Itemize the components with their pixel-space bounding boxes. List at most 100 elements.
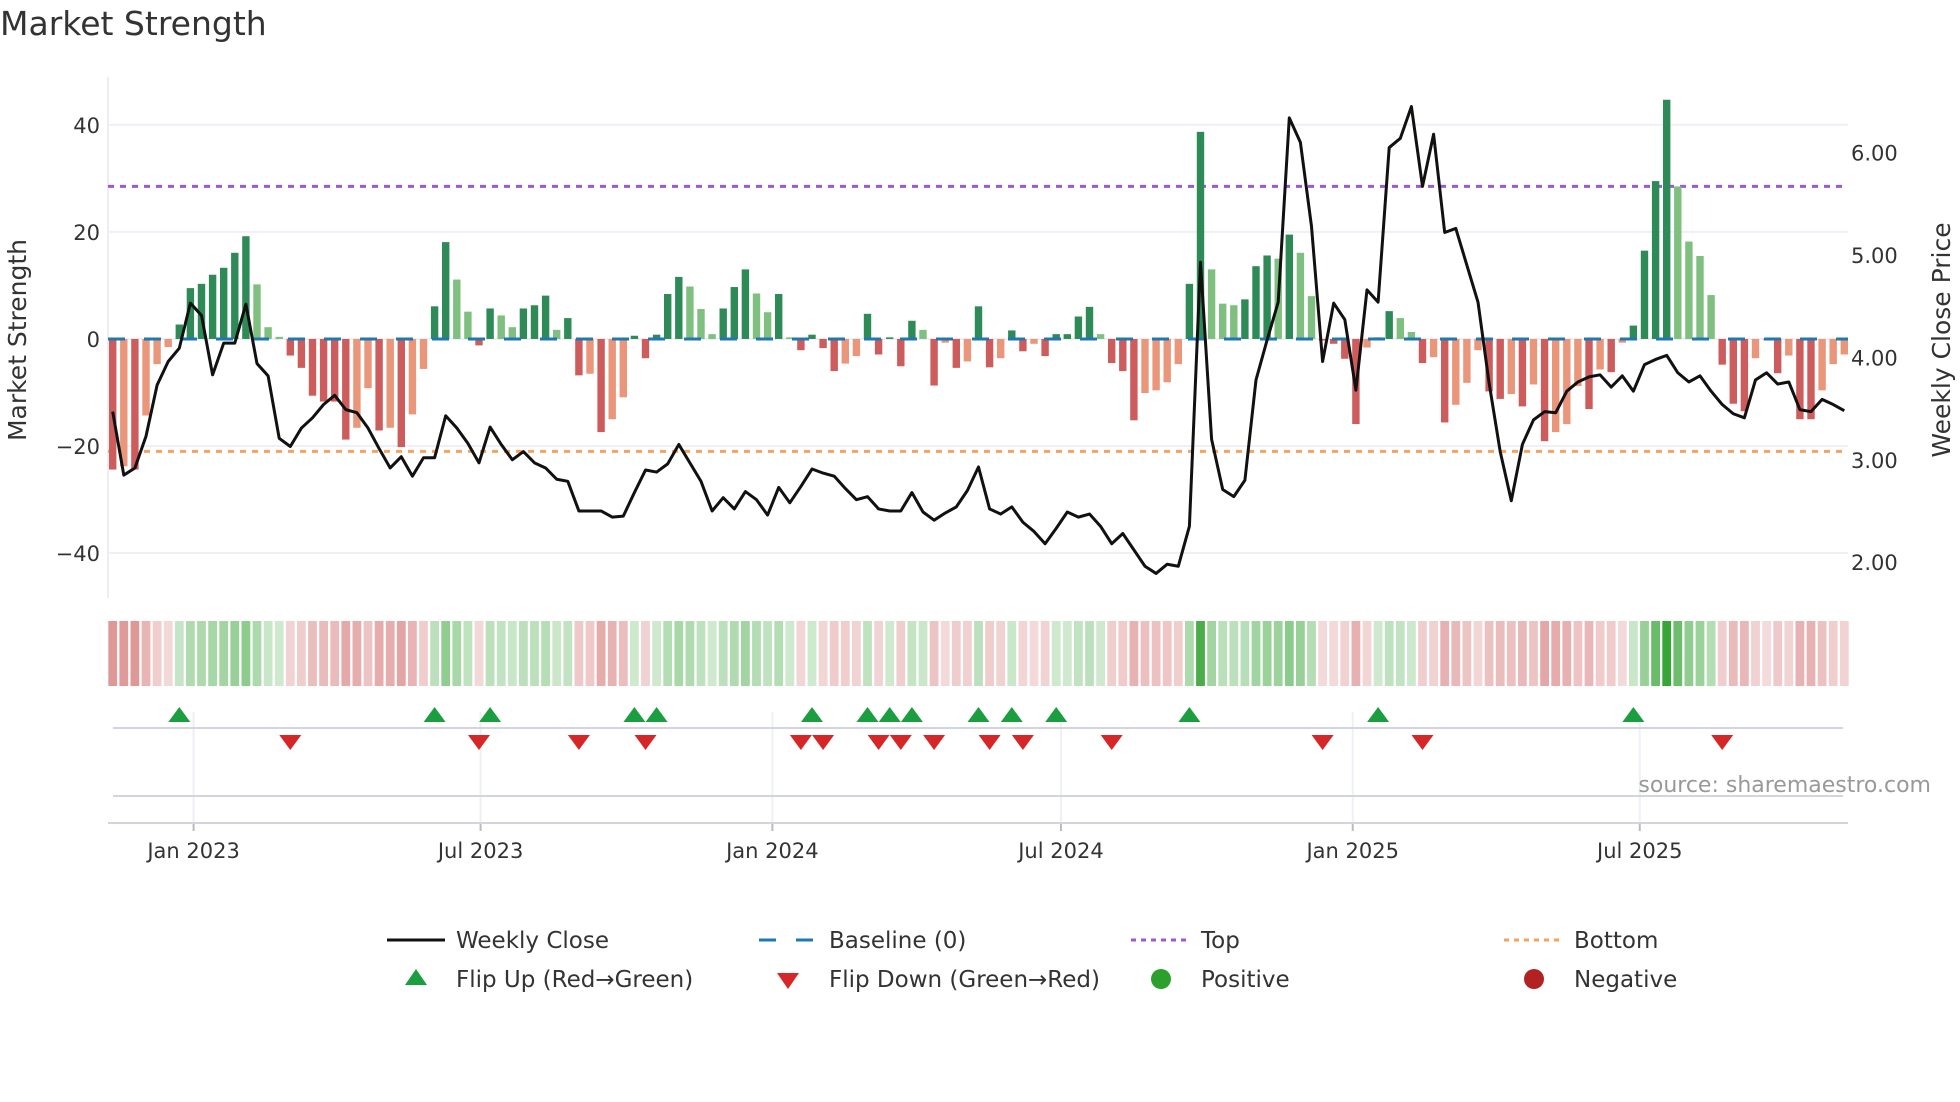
strength-bar [286,338,294,356]
x-tick-label: Jan 2025 [1304,839,1399,863]
strength-bar [874,338,883,355]
strength-heat-cell [630,621,639,686]
strength-heat-cell [840,621,850,686]
strength-heat-cell [463,621,473,686]
legend-flip-up-icon [405,969,427,985]
strength-heat-cell [1740,621,1749,686]
strength-bar [264,327,272,339]
strength-bar [1674,186,1682,339]
flip-down-marker [978,735,1001,750]
strength-heat-cell [663,621,673,686]
strength-heat-cell [741,621,750,686]
strength-heat-cell [685,621,695,686]
strength-heat-cell [1062,621,1072,686]
strength-bar [630,335,639,339]
strength-heat-cell [1273,621,1283,686]
strength-heat-cell [530,621,539,686]
strength-bar [763,312,772,339]
strength-heat-cell [774,621,784,686]
strength-bar [1463,338,1471,383]
strength-bar [708,334,716,339]
source-label: source: sharemaestro.com [1638,773,1931,798]
strength-heat-cell [1318,621,1327,686]
strength-bar [1507,338,1515,395]
market-strength-chart: 40 20 0 −20 −40 6.00 5.00 4.00 3.00 2.00 Market St… [3,77,1956,993]
flip-down-marker [923,735,946,750]
strength-heat-cell [1429,621,1438,686]
strength-heat-cell [1395,621,1405,686]
strength-heat-cell [1773,621,1783,686]
flip-up-marker [878,707,901,722]
strength-bar [1629,325,1638,339]
strength-heat-cell [1362,621,1372,686]
y-right-tick-label: 2.00 [1851,551,1898,575]
strength-bar [1840,338,1848,355]
legend-flip-up-label: Flip Up (Red→Green) [456,967,693,993]
strength-heat-cell [352,621,362,686]
flip-down-marker [812,735,835,750]
strength-bar [908,320,916,339]
strength-heat-cell [507,621,517,686]
strength-heat-cell [1240,621,1250,686]
strength-bar [1307,296,1316,339]
strength-bar [364,338,372,389]
strength-heat-cell [1495,621,1505,686]
strength-heat-cell [474,621,484,686]
strength-bar [1718,338,1726,365]
strength-bar [253,284,261,339]
strength-heat-cell [374,621,384,686]
strength-bar [497,315,505,339]
strength-heat-cell [241,621,251,686]
strength-heat-cell [974,621,983,686]
strength-bar [164,338,172,347]
y-left-tick-label: −40 [56,542,100,566]
strength-bar [1096,334,1105,339]
strength-heat-cell [197,621,206,686]
strength-bar [664,294,672,339]
strength-bar [619,338,627,398]
x-tick-label: Jan 2024 [724,839,819,863]
y-left-tick-label: 0 [87,328,100,352]
strength-heat-cell [1307,621,1316,686]
flip-up-marker [1367,707,1390,722]
strength-heat-cell [419,621,428,686]
strength-bar [1829,338,1837,365]
legend-flip-down-icon [777,973,799,989]
strength-bar [641,338,650,359]
strength-heat-cell [1617,621,1627,686]
strength-bar [930,338,938,386]
strength-heat-cell [896,621,906,686]
strength-heat-cell [1784,621,1794,686]
strength-heat-cell [1551,621,1561,686]
strength-bar [519,308,528,339]
strength-heat-cell [1029,621,1039,686]
strength-bar [1152,338,1160,391]
strength-heat-cell [852,621,861,686]
strength-bar [1518,338,1527,407]
strength-heat-cell [330,621,340,686]
strength-bar [1452,338,1460,405]
strength-heat-cell [818,621,828,686]
strength-bar [1640,250,1649,339]
strength-heat-cell [1196,621,1205,686]
flip-up-marker [1045,707,1068,722]
strength-heat-cell [1451,621,1461,686]
strength-heat-cell [1584,621,1594,686]
strength-heat-cell [785,621,795,686]
strength-bar [1185,283,1194,339]
strength-bar [1574,338,1582,387]
legend-flip-down-label: Flip Down (Green→Red) [829,967,1100,993]
strength-heat-cell [874,621,883,686]
strength-bar [1441,338,1449,423]
strength-bar [408,338,417,415]
strength-bar [997,338,1005,359]
strength-bar [697,308,705,339]
strength-heat-cell [1229,621,1239,686]
flip-up-marker [479,707,502,722]
strength-bar [1385,311,1393,339]
strength-bar [564,318,572,339]
strength-heat-cell [285,621,295,686]
y-right-tick-label: 3.00 [1851,449,1898,473]
strength-heat-cell [1518,621,1527,686]
strength-bar [952,338,960,368]
